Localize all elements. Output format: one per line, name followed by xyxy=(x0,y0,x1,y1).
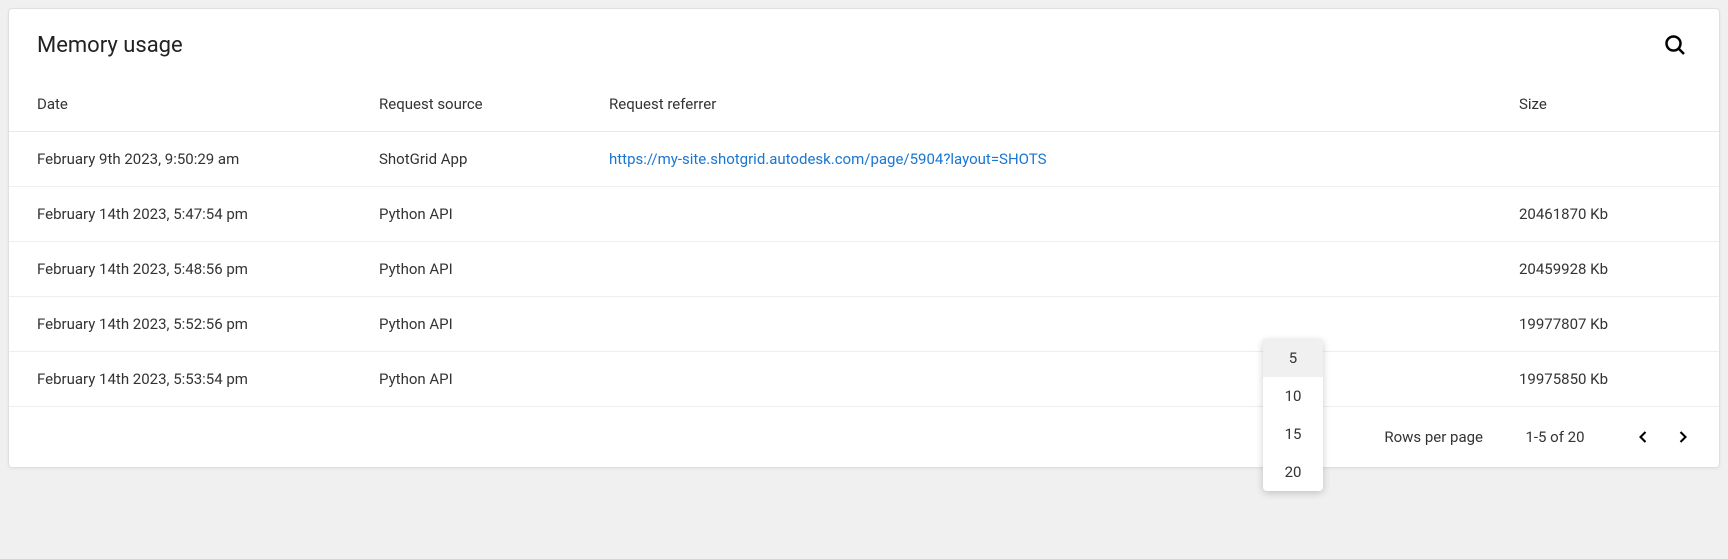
column-header-size[interactable]: Size xyxy=(1519,77,1719,132)
cell-referrer xyxy=(609,297,1519,352)
cell-referrer xyxy=(609,352,1519,407)
table-row: February 14th 2023, 5:53:54 pm Python AP… xyxy=(9,352,1719,407)
cell-date: February 14th 2023, 5:53:54 pm xyxy=(9,352,379,407)
cell-source: Python API xyxy=(379,297,609,352)
cell-size: 19977807 Kb xyxy=(1519,297,1719,352)
cell-source: ShotGrid App xyxy=(379,132,609,187)
dropdown-option-15[interactable]: 15 xyxy=(1263,415,1323,453)
cell-date: February 14th 2023, 5:48:56 pm xyxy=(9,242,379,297)
card-header: Memory usage xyxy=(9,9,1719,77)
cell-source: Python API xyxy=(379,187,609,242)
cell-referrer xyxy=(609,187,1519,242)
column-header-source[interactable]: Request source xyxy=(379,77,609,132)
search-button[interactable] xyxy=(1659,29,1691,61)
card-title: Memory usage xyxy=(37,33,183,58)
pagination-nav xyxy=(1627,421,1699,453)
prev-page-button[interactable] xyxy=(1627,421,1659,453)
cell-size: 19975850 Kb xyxy=(1519,352,1719,407)
table-row: February 14th 2023, 5:48:56 pm Python AP… xyxy=(9,242,1719,297)
cell-referrer xyxy=(609,242,1519,297)
cell-size xyxy=(1519,132,1719,187)
memory-usage-table: Date Request source Request referrer Siz… xyxy=(9,77,1719,407)
chevron-right-icon xyxy=(1673,427,1693,447)
referrer-link[interactable]: https://my-site.shotgrid.autodesk.com/pa… xyxy=(609,150,1047,168)
table-row: February 14th 2023, 5:52:56 pm Python AP… xyxy=(9,297,1719,352)
dropdown-option-5[interactable]: 5 xyxy=(1263,339,1323,377)
column-header-referrer[interactable]: Request referrer xyxy=(609,77,1519,132)
cell-referrer: https://my-site.shotgrid.autodesk.com/pa… xyxy=(609,132,1519,187)
cell-date: February 14th 2023, 5:47:54 pm xyxy=(9,187,379,242)
cell-size: 20459928 Kb xyxy=(1519,242,1719,297)
cell-date: February 9th 2023, 9:50:29 am xyxy=(9,132,379,187)
dropdown-option-20[interactable]: 20 xyxy=(1263,453,1323,491)
search-icon xyxy=(1663,33,1687,57)
chevron-left-icon xyxy=(1633,427,1653,447)
dropdown-option-10[interactable]: 10 xyxy=(1263,377,1323,415)
cell-date: February 14th 2023, 5:52:56 pm xyxy=(9,297,379,352)
rows-per-page-dropdown: 5 10 15 20 xyxy=(1263,339,1323,491)
rows-per-page-label: Rows per page xyxy=(1384,428,1483,446)
memory-usage-card: Memory usage Date Request source Request… xyxy=(8,8,1720,468)
rows-per-page: Rows per page xyxy=(1384,428,1483,446)
table-row: February 14th 2023, 5:47:54 pm Python AP… xyxy=(9,187,1719,242)
cell-size: 20461870 Kb xyxy=(1519,187,1719,242)
cell-source: Python API xyxy=(379,242,609,297)
table-header-row: Date Request source Request referrer Siz… xyxy=(9,77,1719,132)
column-header-date[interactable]: Date xyxy=(9,77,379,132)
table-row: February 9th 2023, 9:50:29 am ShotGrid A… xyxy=(9,132,1719,187)
page-range: 1-5 of 20 xyxy=(1515,428,1595,446)
pagination-bar: Rows per page 1-5 of 20 xyxy=(9,407,1719,467)
cell-source: Python API xyxy=(379,352,609,407)
next-page-button[interactable] xyxy=(1667,421,1699,453)
